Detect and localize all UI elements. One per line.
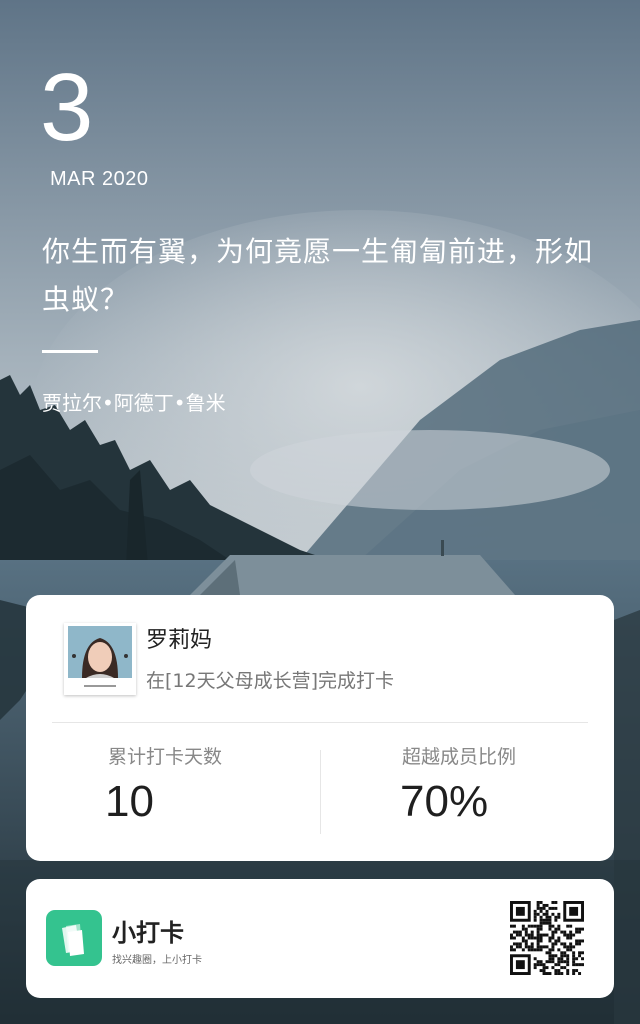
date-month-year: MAR 2020 xyxy=(50,168,149,190)
background-landscape xyxy=(0,0,640,1024)
stat-total-days-label: 累计打卡天数 xyxy=(108,746,223,768)
quote-divider xyxy=(42,350,98,353)
date-day: 3 xyxy=(40,54,94,161)
checkin-description: 在[12天父母成长营]完成打卡 xyxy=(146,670,395,692)
brand-card: 小打卡 找兴趣圈，上小打卡 xyxy=(26,879,614,998)
user-name: 罗莉妈 xyxy=(146,628,213,653)
qr-code xyxy=(510,901,584,975)
checkin-card: 罗莉妈 在[12天父母成长营]完成打卡 累计打卡天数 10 超越成员比例 70% xyxy=(26,595,614,861)
brand-name: 小打卡 xyxy=(112,919,184,947)
stats-divider xyxy=(320,750,321,834)
stat-exceed-ratio-label: 超越成员比例 xyxy=(402,746,517,768)
card-divider xyxy=(52,722,588,723)
app-logo-icon xyxy=(46,910,102,966)
user-avatar[interactable] xyxy=(64,623,136,695)
brand-slogan: 找兴趣圈，上小打卡 xyxy=(112,955,202,966)
quote-text: 你生而有翼，为何竟愿一生匍匐前进，形如虫蚁？ xyxy=(42,235,594,316)
stat-exceed-ratio-value: 70% xyxy=(400,777,489,826)
stat-total-days-value: 10 xyxy=(105,777,154,826)
quote-author: 贾拉尔•阿德丁•鲁米 xyxy=(42,391,226,415)
avatar-photo-icon xyxy=(68,626,132,687)
